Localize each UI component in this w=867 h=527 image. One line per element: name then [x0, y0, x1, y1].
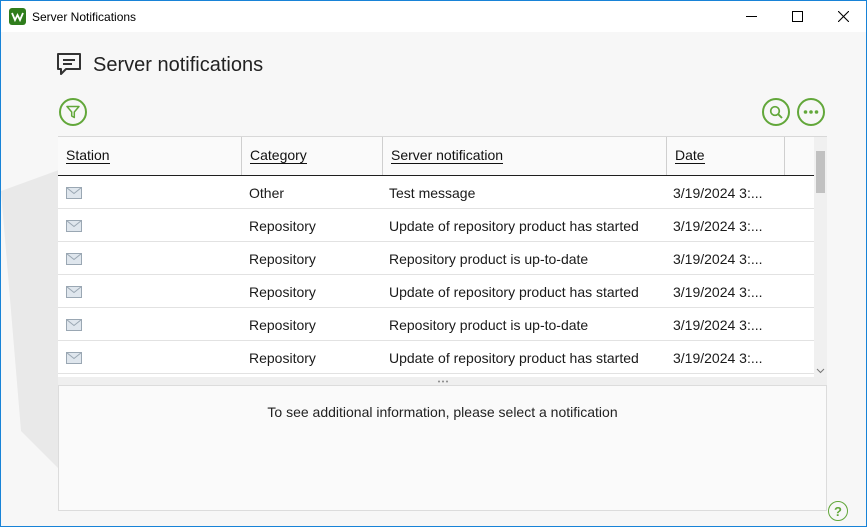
more-icon [803, 110, 819, 114]
category-cell: Repository [249, 349, 316, 366]
maximize-button[interactable] [774, 1, 820, 32]
pane-splitter[interactable] [58, 377, 827, 385]
chevron-down-icon [816, 368, 825, 373]
close-icon [837, 11, 849, 22]
notification-cell: Update of repository product has started [389, 217, 639, 234]
category-cell: Repository [249, 316, 316, 333]
notification-cell: Test message [389, 184, 476, 201]
scroll-down-arrow[interactable] [816, 366, 825, 375]
station-cell [66, 209, 236, 242]
table-row[interactable]: Repository Update of repository product … [58, 209, 814, 242]
column-header-extra [784, 137, 814, 175]
notifications-header-icon [57, 53, 81, 75]
column-header-label: Date [675, 147, 705, 164]
date-cell: 3/19/2024 3:... [673, 250, 763, 267]
station-cell [66, 308, 236, 341]
table-scrollbar[interactable] [814, 137, 827, 377]
envelope-icon [66, 285, 82, 298]
notification-cell: Update of repository product has started [389, 283, 639, 300]
page-title: Server notifications [93, 54, 264, 76]
filter-button[interactable] [59, 98, 87, 126]
column-header-category[interactable]: Category [241, 137, 382, 175]
help-button[interactable]: ? [828, 501, 848, 521]
date-cell: 3/19/2024 3:... [673, 217, 763, 234]
station-cell [66, 242, 236, 275]
table-row[interactable]: Repository Update of repository product … [58, 275, 814, 308]
app-logo-icon [9, 8, 26, 25]
station-cell [66, 275, 236, 308]
server-notifications-window: Server Notifications Server notification… [0, 0, 867, 527]
column-header-station[interactable]: Station [58, 137, 241, 175]
title-bar[interactable]: Server Notifications [1, 1, 866, 32]
envelope-icon [66, 351, 82, 364]
notification-details-pane: To see additional information, please se… [58, 385, 827, 511]
minimize-icon [745, 16, 757, 17]
table-row[interactable]: Repository Update of repository product … [58, 341, 814, 374]
table-row[interactable]: Repository Repository product is up-to-d… [58, 242, 814, 275]
station-cell [66, 341, 236, 374]
notifications-table: Station Category Server notification Dat… [58, 136, 827, 377]
date-cell: 3/19/2024 3:... [673, 316, 763, 333]
notification-cell: Repository product is up-to-date [389, 316, 589, 333]
more-options-button[interactable] [797, 98, 825, 126]
column-header-label: Station [66, 147, 110, 164]
table-header: Station Category Server notification Dat… [58, 137, 814, 176]
scrollbar-thumb[interactable] [816, 151, 825, 193]
envelope-icon [66, 219, 82, 232]
table-row[interactable]: Other Test message 3/19/2024 3:... [58, 176, 814, 209]
category-cell: Repository [249, 250, 316, 267]
envelope-icon [66, 318, 82, 331]
notification-cell: Update of repository product has started [389, 349, 639, 366]
search-icon [769, 105, 783, 119]
search-button[interactable] [762, 98, 790, 126]
category-cell: Repository [249, 283, 316, 300]
column-header-server-notification[interactable]: Server notification [382, 137, 666, 175]
envelope-icon [66, 186, 82, 199]
grip-icon [437, 380, 448, 382]
window-title: Server Notifications [32, 10, 137, 24]
date-cell: 3/19/2024 3:... [673, 184, 763, 201]
column-header-date[interactable]: Date [666, 137, 784, 175]
details-placeholder-text: To see additional information, please se… [267, 404, 618, 420]
category-cell: Repository [249, 217, 316, 234]
minimize-button[interactable] [728, 1, 774, 32]
column-header-label: Server notification [391, 147, 504, 164]
maximize-icon [791, 11, 803, 22]
filter-icon [66, 105, 80, 119]
date-cell: 3/19/2024 3:... [673, 283, 763, 300]
date-cell: 3/19/2024 3:... [673, 349, 763, 366]
envelope-icon [66, 252, 82, 265]
notification-cell: Repository product is up-to-date [389, 250, 589, 267]
column-header-label: Category [250, 147, 307, 164]
category-cell: Other [249, 184, 285, 201]
table-row[interactable]: Repository Repository product is up-to-d… [58, 308, 814, 341]
help-icon: ? [834, 503, 842, 519]
station-cell [66, 176, 236, 209]
close-button[interactable] [820, 1, 866, 32]
